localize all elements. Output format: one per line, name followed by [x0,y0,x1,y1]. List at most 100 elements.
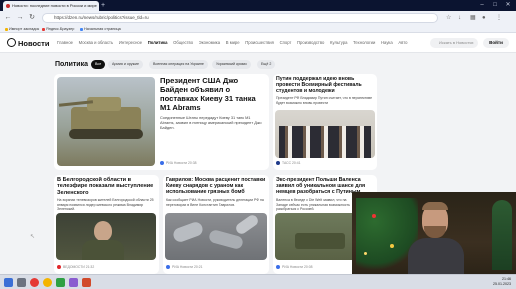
news-card[interactable]: В Белгородской области в телеэфире показ… [54,175,159,274]
browser-toolbar: ← → ↻ https://dzen.ru/news/rubric/politi… [0,11,516,25]
shell-shape [234,213,260,236]
ornament-shape [390,244,394,248]
nav-item[interactable]: Технологии [353,40,375,45]
tank-image [57,77,155,166]
card-headline[interactable]: Президент США Джо Байден объявил о поста… [160,76,264,112]
nav-item[interactable]: Спорт [280,40,292,45]
downloads-icon[interactable]: ↓ [458,14,461,22]
nav-item[interactable]: Общество [173,40,193,45]
nav-item[interactable]: Производство [297,40,324,45]
site-logo[interactable]: Новости [7,38,49,49]
app-icon[interactable] [82,278,91,287]
system-clock[interactable]: 21:46 25.01.2023 [485,277,511,287]
light-shape [364,252,367,255]
close-window-button[interactable]: ✕ [502,0,514,11]
people-group-shape [279,126,371,158]
nav-item[interactable]: Экономика [199,40,220,45]
news-card-main[interactable]: Президент США Джо Байден объявил о поста… [54,74,269,170]
card-snippet: На экранах телевизоров жителей Белгородс… [57,198,154,211]
bookmarks-bar: Импорт закладок Яндекс.Браузер Начальная… [0,25,516,33]
browser-tab-strip: Новости: последние новости в России и ми… [0,0,516,11]
extensions-icon[interactable]: ▦ [470,14,476,22]
opera-icon[interactable] [30,278,39,287]
profile-icon[interactable]: ● [482,14,486,22]
card-source: РИА Новости 20:08 [276,265,312,270]
card-snippet: Как сообщает РИА Новости, руководитель д… [166,198,264,207]
nav-item[interactable]: Культура [330,40,347,45]
reload-icon[interactable]: ↻ [27,13,37,23]
nav-item[interactable]: Интересное [119,40,142,45]
start-icon[interactable] [4,278,13,287]
ria-logo-icon [276,265,280,269]
card-source: ВЕДОМОСТИ 21:32 [57,265,94,270]
nav-item-active[interactable]: Политика [148,40,168,45]
card-snippet: Валенса в беседе с Die Welt заявил, что … [276,198,350,211]
hair-shape [422,202,448,210]
card-source: РИА Новости 20:21 [166,265,202,270]
nav-item[interactable]: Авто [398,40,407,45]
webcam-overlay [352,192,516,276]
tass-logo-icon [276,161,280,165]
shells-photo [165,213,267,260]
filter-chip-all[interactable]: Все [91,60,106,69]
card-snippet: Президент РФ Владимир Путин считает, что… [276,96,373,105]
explorer-icon[interactable] [17,278,26,287]
section-title: Политика [55,61,89,68]
tab-title: Новости: последние новости в России и ми… [12,3,97,8]
card-headline[interactable]: Путин поддержал идею вновь провести Всем… [276,76,375,94]
face-shape [94,221,112,241]
app-icon[interactable] [69,278,78,287]
clock-date: 25.01.2023 [493,282,511,286]
menu-icon[interactable]: ⋮ [496,14,502,22]
os-taskbar: 21:46 25.01.2023 [0,274,516,289]
card-snippet: Соединенные Штаты передадут Киеву 31 тан… [160,115,262,130]
filter-chip[interactable]: Украинский кризис [212,60,252,69]
tree-branch-shape [492,200,512,270]
app-icon[interactable] [56,278,65,287]
card-source: РИА Новости 20:38 [160,161,196,166]
browser-tab[interactable]: Новости: последние новости в России и ми… [3,1,99,11]
filter-chip[interactable]: Военная операция на Украине [149,60,208,69]
site-header: Новости Главное Москва и область Интерес… [0,33,516,53]
login-button[interactable]: Войти [483,38,509,48]
back-icon[interactable]: ← [3,13,13,23]
news-card[interactable]: Гаврилов: Москва расценит поставки Киеву… [163,175,269,274]
card-headline[interactable]: В Белгородской области в телеэфире показ… [57,177,157,196]
tank-turret-shape [87,97,121,111]
filter-chip-more[interactable]: Ещё 2 [257,60,276,69]
nav-item[interactable]: Наука [381,40,393,45]
nav-item[interactable]: Главное [57,40,73,45]
search-input[interactable]: Искать в Новостях [430,38,478,48]
maximize-button[interactable]: □ [489,0,501,11]
bookmark-icon [5,27,8,31]
card-source: ТАСС 20:41 [276,161,301,166]
nav-item[interactable]: Происшествия [245,40,274,45]
presenter-shirt-shape [408,238,464,276]
cursor-icon: ↖ [30,234,36,240]
bookmark-item[interactable]: Импорт закладок [5,25,39,33]
tank-tracks-shape [69,129,143,139]
forward-icon[interactable]: → [15,13,25,23]
new-tab-button[interactable]: + [101,2,105,9]
dzen-logo-icon [7,38,16,47]
news-card[interactable]: Путин поддержал идею вновь провести Всем… [273,74,377,170]
zelensky-photo [56,213,156,260]
nav-item[interactable]: Москва и область [79,40,113,45]
vedomosti-logo-icon [57,265,61,269]
site-favicon-icon [6,4,10,8]
bookmark-icon [42,27,45,31]
vehicle-shape [295,233,345,249]
ria-logo-icon [160,161,164,165]
bookmark-icon [80,27,83,31]
beard-shape [424,226,446,238]
nav-item[interactable]: В мире [226,40,240,45]
bookmark-star-icon[interactable]: ☆ [446,14,451,22]
filter-chip[interactable]: Армия и оружие [108,60,144,69]
students-photo [275,110,375,158]
chrome-icon[interactable] [43,278,52,287]
bookmark-item[interactable]: Начальная страница [80,25,121,33]
address-bar[interactable]: https://dzen.ru/news/rubric/politics?iss… [42,13,438,23]
card-headline[interactable]: Гаврилов: Москва расценит поставки Киеву… [166,177,267,195]
bookmark-item[interactable]: Яндекс.Браузер [42,25,74,33]
minimize-button[interactable]: – [476,0,488,11]
